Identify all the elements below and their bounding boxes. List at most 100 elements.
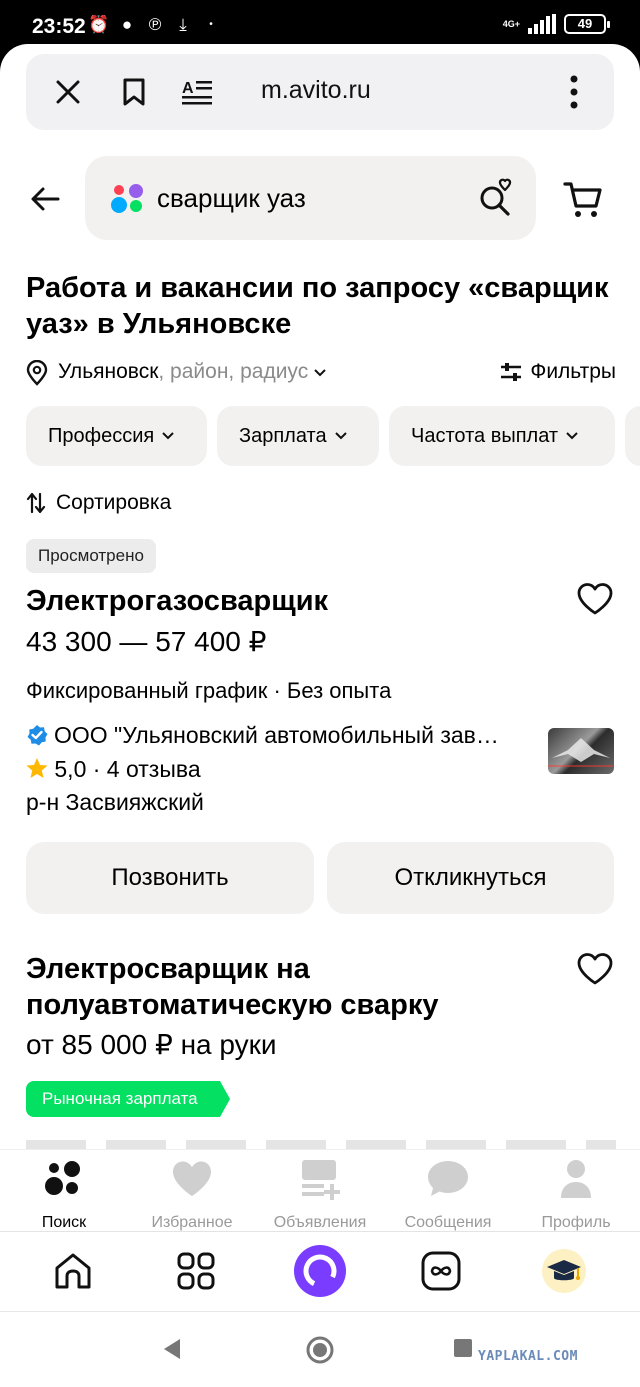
page-title: Работа и вакансии по запросу «сварщик уа… bbox=[26, 272, 609, 340]
rating-row: 5,0 · 4 отзыва bbox=[26, 756, 201, 783]
district-text: р-н Засвияжский bbox=[26, 789, 204, 815]
company-logo-image bbox=[548, 738, 614, 767]
svg-text:A: A bbox=[182, 80, 194, 97]
page-content: сварщик уаз Работа и вакансии по запросу… bbox=[0, 144, 640, 1149]
verified-check-icon bbox=[27, 725, 48, 746]
chip-payment-frequency[interactable]: Частота выплат bbox=[389, 406, 615, 466]
chip-salary[interactable]: Зарплата bbox=[217, 406, 379, 466]
nav-label: Объявления bbox=[273, 1214, 367, 1231]
home-icon bbox=[55, 1253, 91, 1289]
nav-ads[interactable]: Объявления bbox=[256, 1158, 384, 1232]
bookmark-button[interactable] bbox=[114, 72, 154, 112]
system-recents-icon[interactable] bbox=[454, 1339, 472, 1357]
clipped-text-row bbox=[26, 1140, 616, 1149]
location-row: Ульяновск, район, радиус Фильтры bbox=[26, 358, 616, 388]
call-button[interactable]: Позвонить bbox=[26, 842, 314, 914]
dot-icon: • bbox=[209, 19, 213, 30]
status-time: 23:52 bbox=[32, 15, 86, 38]
alice-assistant-button[interactable] bbox=[292, 1243, 348, 1299]
pinterest-icon: ℗ bbox=[148, 15, 162, 34]
cart-icon[interactable] bbox=[562, 178, 604, 220]
bookmark-icon bbox=[123, 78, 145, 106]
url-text[interactable]: m.avito.ru bbox=[261, 76, 371, 105]
chevron-down-icon bbox=[314, 369, 326, 377]
chip-more[interactable] bbox=[625, 406, 640, 466]
listing-salary: от 85 000 ₽ на руки bbox=[26, 1029, 277, 1060]
search-query[interactable]: сварщик уаз bbox=[157, 183, 306, 214]
nav-label: Поиск bbox=[41, 1214, 87, 1231]
saved-search-icon[interactable] bbox=[476, 178, 516, 218]
battery-indicator: 49 bbox=[564, 14, 610, 34]
watermark: YAPLAKAL.COM bbox=[478, 1349, 578, 1364]
back-button[interactable] bbox=[24, 178, 66, 220]
arrow-left-icon bbox=[31, 187, 60, 211]
chevron-down-icon bbox=[334, 432, 347, 440]
profile-icon bbox=[561, 1160, 591, 1198]
alarm-icon: ⏰ bbox=[88, 15, 110, 34]
status-bar: 23:52 ⏰ ● ℗ ⤓ • 4G+ 49 bbox=[0, 0, 640, 50]
company-row[interactable]: ООО "Ульяновский автомобильный зав… bbox=[26, 722, 536, 752]
chat-bubble-icon: ● bbox=[121, 15, 133, 34]
chat-icon bbox=[428, 1161, 468, 1196]
browser-toolbar: A m.avito.ru bbox=[0, 44, 640, 144]
browser-bottom-bar bbox=[0, 1231, 640, 1311]
profile-avatar-button[interactable] bbox=[539, 1246, 589, 1296]
filters-label: Фильтры bbox=[530, 360, 616, 383]
sort-label: Сортировка bbox=[56, 491, 172, 514]
filter-chips: Профессия Зарплата Частота выплат bbox=[26, 406, 640, 466]
grid-icon bbox=[177, 1252, 215, 1290]
more-vertical-icon bbox=[570, 75, 578, 109]
system-home-icon[interactable] bbox=[306, 1336, 334, 1364]
reader-mode-icon: A bbox=[182, 80, 212, 105]
chevron-down-icon bbox=[566, 432, 578, 440]
favorite-heart-icon[interactable] bbox=[576, 952, 614, 986]
favorite-heart-icon[interactable] bbox=[576, 582, 614, 616]
reader-mode-button[interactable]: A bbox=[178, 72, 218, 112]
avatar-graduation-cap-icon bbox=[542, 1249, 586, 1293]
app-bottom-nav: Поиск Избранное Объявления Сообщения Про… bbox=[0, 1149, 640, 1231]
tabs-button[interactable] bbox=[416, 1246, 466, 1296]
status-notification-icons: ⏰ ● ℗ ⤓ • bbox=[88, 14, 222, 36]
listing-title[interactable]: Электрогазосварщик bbox=[26, 583, 566, 619]
network-type: 4G+ bbox=[502, 19, 520, 29]
ads-icon bbox=[302, 1160, 340, 1200]
nav-label: Избранное bbox=[151, 1214, 233, 1231]
address-bar[interactable]: A m.avito.ru bbox=[26, 54, 614, 130]
location-city: Ульяновск bbox=[58, 360, 159, 383]
filters-button[interactable]: Фильтры bbox=[500, 360, 616, 384]
services-button[interactable] bbox=[171, 1246, 221, 1296]
location-pin-icon bbox=[26, 360, 48, 386]
nav-search[interactable]: Поиск bbox=[0, 1158, 128, 1232]
sort-button[interactable]: Сортировка bbox=[26, 491, 171, 515]
star-icon bbox=[26, 758, 48, 778]
listing-salary: 43 300 — 57 400 ₽ bbox=[26, 626, 267, 657]
market-salary-badge: Рыночная зарплата bbox=[26, 1081, 230, 1117]
alice-icon bbox=[294, 1245, 346, 1297]
browser-menu-button[interactable] bbox=[554, 72, 594, 112]
nav-favorites[interactable]: Избранное bbox=[128, 1158, 256, 1232]
company-logo[interactable] bbox=[548, 728, 614, 774]
location-extra: , район, радиус bbox=[158, 360, 309, 383]
nav-profile[interactable]: Профиль bbox=[512, 1158, 640, 1232]
tabs-infinity-icon bbox=[421, 1251, 461, 1291]
sort-arrows-icon bbox=[26, 492, 46, 514]
location-selector[interactable]: Ульяновск, район, радиус bbox=[58, 360, 326, 384]
respond-button[interactable]: Откликнуться bbox=[327, 842, 614, 914]
nav-messages[interactable]: Сообщения bbox=[384, 1158, 512, 1232]
rating-text: 5,0 · 4 отзыва bbox=[54, 756, 201, 782]
search-dots-icon bbox=[45, 1161, 80, 1195]
close-icon bbox=[56, 80, 80, 104]
search-row: сварщик уаз bbox=[0, 156, 640, 240]
close-tab-button[interactable] bbox=[48, 72, 88, 112]
chip-label: Профессия bbox=[48, 424, 155, 447]
nav-label: Профиль bbox=[541, 1214, 611, 1231]
chip-profession[interactable]: Профессия bbox=[26, 406, 207, 466]
search-field[interactable]: сварщик уаз bbox=[85, 156, 536, 240]
download-icon: ⤓ bbox=[179, 15, 187, 34]
home-button[interactable] bbox=[48, 1246, 98, 1296]
signal-icon bbox=[528, 14, 556, 34]
listing-meta: Фиксированный график · Без опыта bbox=[26, 678, 392, 703]
chip-label: Частота выплат bbox=[411, 424, 559, 447]
system-back-icon[interactable] bbox=[162, 1338, 182, 1360]
listing-title[interactable]: Электросварщик на полуавтоматическую сва… bbox=[26, 951, 546, 1023]
